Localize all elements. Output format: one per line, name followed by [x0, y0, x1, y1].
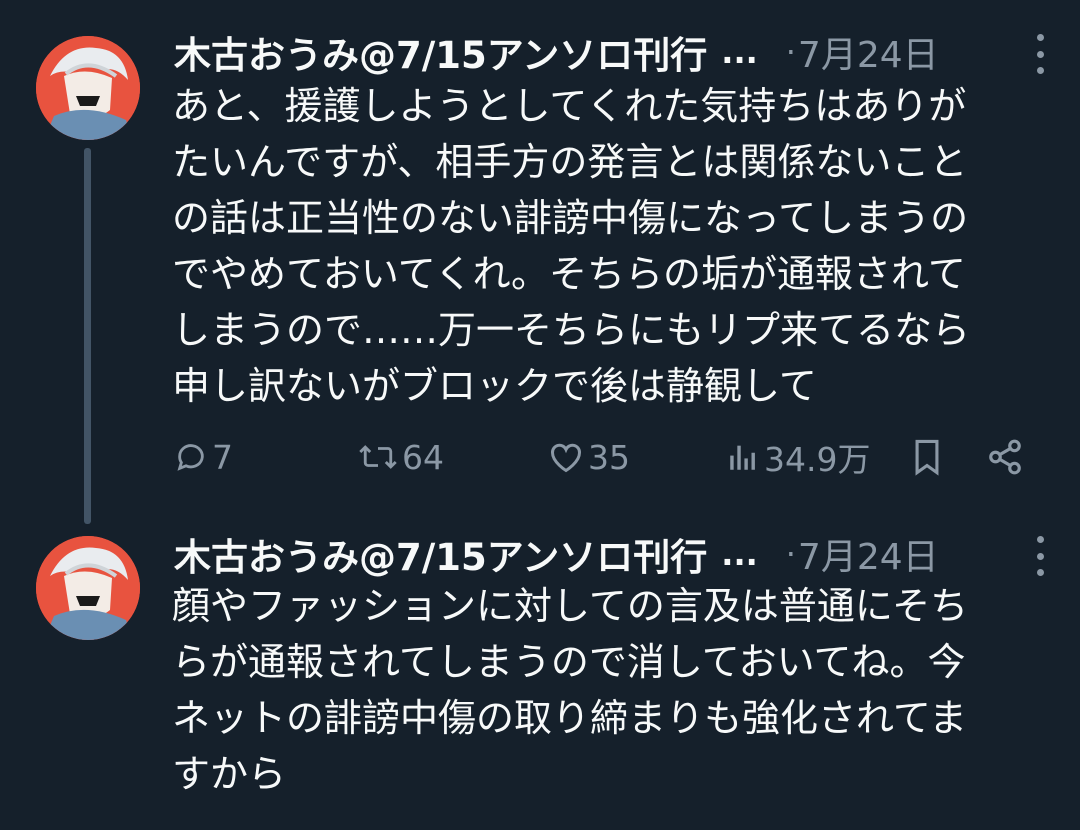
tweet-text: あと、援護しようとしてくれた気持ちはありが たいんですが、相手方の発言とは関係な… [172, 78, 1052, 414]
reply-count: 7 [212, 437, 233, 477]
share-button[interactable] [986, 432, 1024, 482]
more-vertical-icon[interactable] [1034, 34, 1046, 74]
retweet-button[interactable]: 64 [358, 432, 444, 482]
author-name[interactable]: 木古おうみ@7/15アンソロ刊行 [174, 25, 707, 79]
like-button[interactable]: 35 [548, 432, 630, 482]
text-line: あと、援護しようとしてくれた気持ちはありが [172, 84, 967, 128]
tweet-date[interactable]: 7月24日 [798, 528, 939, 580]
reply-icon [174, 440, 208, 474]
bookmark-icon [910, 438, 944, 476]
retweet-icon [358, 440, 398, 474]
tweet-text: 顔やファッションに対しての言及は普通にそち らが通報されてしまうので消しておいて… [172, 578, 1052, 802]
heart-icon [548, 440, 584, 474]
views-icon [726, 440, 760, 474]
text-line: たいんですが、相手方の発言とは関係ないこと [172, 140, 968, 184]
like-count: 35 [588, 437, 630, 477]
tweet-header: 木古おうみ@7/15アンソロ刊行 ... · 7月24日 [174, 526, 1040, 582]
separator-dot: · [785, 535, 796, 573]
separator-dot: · [785, 33, 796, 71]
bookmark-button[interactable] [910, 432, 944, 482]
tweet-1[interactable]: 木古おうみ@7/15アンソロ刊行 ... · 7月24日 あと、援護しようとして… [0, 0, 1080, 524]
name-ellipsis: ... [721, 33, 758, 71]
text-line: 申し訳ないがブロックで後は静観して [172, 364, 817, 408]
text-line: らが通報されてしまうので消しておいてね。今 [172, 640, 966, 684]
views-button[interactable]: 34.9万 [726, 432, 870, 482]
action-bar: 7 64 35 34.9万 [174, 432, 1044, 482]
avatar[interactable] [36, 536, 140, 640]
tweet-header: 木古おうみ@7/15アンソロ刊行 ... · 7月24日 [174, 24, 1040, 80]
retweet-count: 64 [402, 437, 444, 477]
more-vertical-icon[interactable] [1034, 536, 1046, 576]
text-line: 顔やファッションに対しての言及は普通にそち [172, 584, 969, 628]
thread-line [84, 148, 91, 524]
views-count: 34.9万 [764, 440, 871, 479]
text-line: ネットの誹謗中傷の取り締まりも強化されてま [172, 696, 967, 740]
author-name[interactable]: 木古おうみ@7/15アンソロ刊行 [174, 527, 707, 581]
text-line: でやめておいてくれ。そちらの垢が通報されて [172, 252, 966, 296]
text-line: の話は正当性のない誹謗中傷になってしまうの [172, 196, 969, 240]
reply-button[interactable]: 7 [174, 432, 233, 482]
text-line: すから [172, 752, 287, 796]
share-icon [986, 438, 1024, 476]
name-ellipsis: ... [721, 535, 758, 573]
tweet-date[interactable]: 7月24日 [798, 26, 939, 78]
avatar[interactable] [36, 36, 140, 140]
tweet-2[interactable]: 木古おうみ@7/15アンソロ刊行 ... · 7月24日 顔やファッションに対し… [0, 524, 1080, 830]
text-line: しまうので……万一そちらにもリプ来てるなら [172, 308, 971, 352]
